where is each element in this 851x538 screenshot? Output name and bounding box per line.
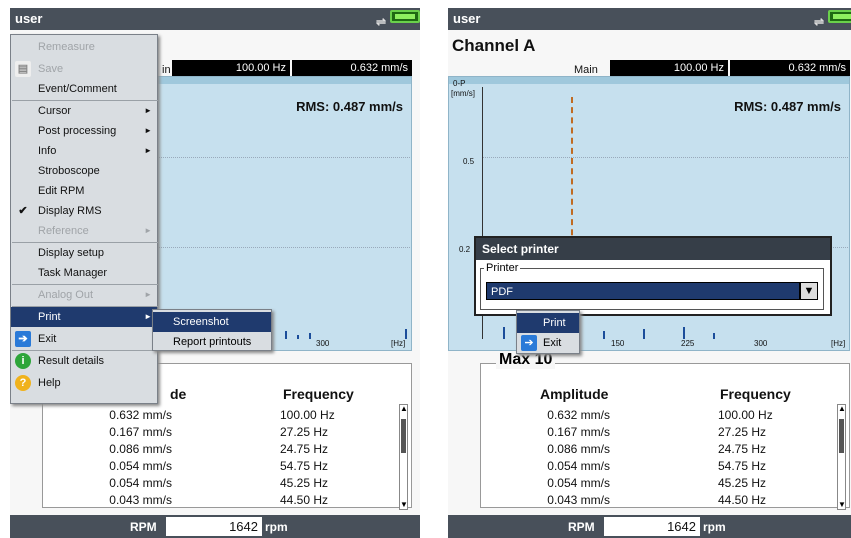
- y-tick-0.2: 0.2: [459, 245, 471, 254]
- submenu-arrow-icon: ►: [144, 312, 152, 321]
- x-tick-300: 300: [754, 339, 768, 348]
- scroll-up-icon[interactable]: ▲: [400, 405, 408, 413]
- printer-label: Printer: [484, 262, 521, 274]
- right-device-screen: user ⇌ Channel A Main 100.00 Hz 0.632 mm…: [448, 8, 851, 538]
- table-scrollbar[interactable]: ▲ ▼: [837, 404, 846, 510]
- spectrum-line: [309, 333, 311, 339]
- spectrum-line: [683, 327, 685, 339]
- save-icon: ▤: [15, 61, 31, 77]
- submenu-arrow-icon: ►: [144, 290, 152, 299]
- info-icon: i: [15, 353, 31, 369]
- submenu-item-report-printouts[interactable]: Report printouts: [153, 332, 271, 352]
- dropdown-arrow-icon[interactable]: ▼: [800, 282, 818, 300]
- y-unit-top: 0-P: [453, 79, 466, 88]
- menu-item-reference[interactable]: Reference ►: [11, 221, 157, 241]
- header-amplitude: 0.632 mm/s: [730, 60, 850, 76]
- menu-item-display-setup[interactable]: Display setup: [11, 243, 157, 263]
- power-plug-icon: ⇌: [375, 15, 386, 29]
- menu-item-analog-out[interactable]: Analog Out ►: [11, 285, 157, 305]
- y-unit: [mm/s]: [451, 89, 475, 98]
- scroll-thumb[interactable]: [839, 419, 844, 453]
- frequency-header: Frequency: [283, 386, 354, 402]
- spectrum-line: [297, 335, 299, 339]
- x-tick-300: 300: [316, 339, 330, 348]
- print-action-menu: Print ➔ Exit: [516, 310, 580, 354]
- scroll-down-icon[interactable]: ▼: [400, 501, 408, 509]
- chart-strip: [449, 77, 849, 84]
- rpm-label: RPM: [568, 520, 595, 534]
- menu-item-result-details[interactable]: i Result details: [11, 351, 157, 371]
- menu-item-cursor[interactable]: Cursor ►: [11, 101, 157, 121]
- menu-item-event-comment[interactable]: Event/Comment: [11, 79, 157, 99]
- rms-value: RMS: 0.487 mm/s: [734, 99, 841, 114]
- rpm-value[interactable]: 1642: [166, 517, 262, 536]
- x-tick-150: 150: [611, 339, 625, 348]
- exit-arrow-icon: ➔: [15, 331, 31, 347]
- header-amplitude: 0.632 mm/s: [292, 60, 412, 76]
- rpm-unit: rpm: [703, 520, 726, 534]
- menu-item-info[interactable]: Info ►: [11, 141, 157, 161]
- title-bar: user ⇌: [10, 8, 420, 30]
- main-label-partial: in: [162, 64, 171, 76]
- rpm-value[interactable]: 1642: [604, 517, 700, 536]
- x-unit: [Hz]: [391, 339, 406, 348]
- menu-item-save[interactable]: ▤ Save: [11, 59, 157, 79]
- rpm-unit: rpm: [265, 520, 288, 534]
- menu-item-stroboscope[interactable]: Stroboscope: [11, 161, 157, 181]
- menu-item-print[interactable]: Print ►: [11, 307, 157, 327]
- submenu-arrow-icon: ►: [144, 146, 152, 155]
- spectrum-line: [405, 329, 407, 339]
- context-menu: Remeasure ▤ Save Event/Comment Cursor ► Po…: [10, 34, 158, 404]
- select-printer-dialog: Select printer Printer PDF ▼: [474, 236, 832, 316]
- title-bar: user ⇌: [448, 8, 851, 30]
- grid-line: [483, 157, 848, 158]
- menu-item-remeasure[interactable]: Remeasure: [11, 37, 157, 57]
- help-icon: ?: [15, 375, 31, 391]
- amplitude-header-partial: de: [170, 386, 187, 402]
- submenu-arrow-icon: ►: [144, 126, 152, 135]
- check-icon: ✔: [18, 205, 28, 217]
- menu-item-display-rms[interactable]: ✔ Display RMS: [11, 201, 157, 221]
- scroll-up-icon[interactable]: ▲: [838, 405, 846, 413]
- table-scrollbar[interactable]: ▲ ▼: [399, 404, 408, 510]
- battery-icon: [390, 10, 420, 23]
- user-label: user: [15, 11, 43, 26]
- battery-icon: [828, 10, 851, 23]
- printer-select[interactable]: PDF: [486, 282, 800, 300]
- spectrum-line: [713, 333, 715, 339]
- print-button[interactable]: Print: [517, 313, 579, 333]
- rpm-label: RPM: [130, 520, 157, 534]
- y-tick-0.5: 0.5: [463, 157, 475, 166]
- header-frequency: 100.00 Hz: [610, 60, 728, 76]
- left-device-screen: user ⇌ in 100.00 Hz 0.632 mm/s [r RMS: 0…: [10, 8, 420, 538]
- menu-item-edit-rpm[interactable]: Edit RPM: [11, 181, 157, 201]
- user-label: user: [453, 11, 481, 26]
- x-tick-225: 225: [681, 339, 695, 348]
- rms-value: RMS: 0.487 mm/s: [296, 99, 403, 114]
- x-unit: [Hz]: [831, 339, 846, 348]
- spectrum-line: [603, 331, 605, 339]
- exit-arrow-icon: ➔: [521, 335, 537, 351]
- print-submenu: Screenshot Report printouts: [152, 309, 272, 351]
- submenu-arrow-icon: ►: [144, 106, 152, 115]
- submenu-arrow-icon: ►: [144, 226, 152, 235]
- main-label: Main: [574, 64, 598, 76]
- scroll-thumb[interactable]: [401, 419, 406, 453]
- menu-item-post-processing[interactable]: Post processing ►: [11, 121, 157, 141]
- power-plug-icon: ⇌: [813, 15, 824, 29]
- channel-title: Channel A: [452, 36, 536, 55]
- submenu-item-screenshot[interactable]: Screenshot: [153, 312, 271, 332]
- menu-item-exit[interactable]: ➔ Exit: [11, 329, 157, 349]
- scroll-down-icon[interactable]: ▼: [838, 501, 846, 509]
- menu-item-help[interactable]: ? Help: [11, 373, 157, 393]
- exit-button[interactable]: ➔ Exit: [517, 333, 579, 353]
- dialog-title: Select printer: [476, 238, 830, 260]
- spectrum-line: [643, 329, 645, 339]
- spectrum-line: [503, 327, 505, 339]
- frequency-header: Frequency: [720, 386, 791, 402]
- amplitude-header: Amplitude: [540, 386, 609, 402]
- spectrum-line: [285, 331, 287, 339]
- header-frequency: 100.00 Hz: [172, 60, 290, 76]
- menu-item-task-manager[interactable]: Task Manager: [11, 263, 157, 283]
